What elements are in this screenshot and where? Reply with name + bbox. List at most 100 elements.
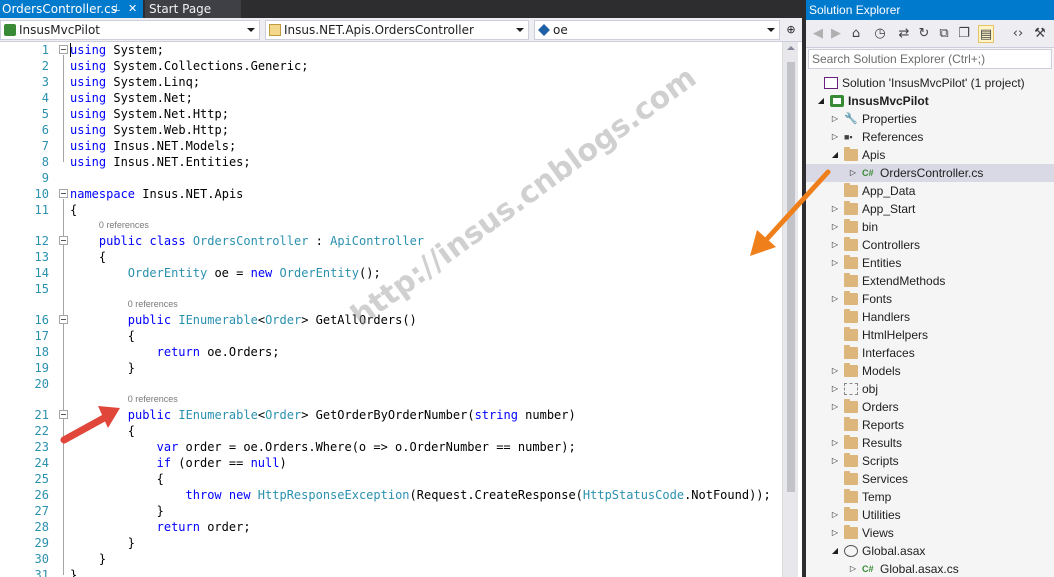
code-line[interactable]: 8 using Insus.NET.Entities; — [0, 154, 782, 170]
collapsed-chevron-icon[interactable]: ▷ — [830, 398, 840, 416]
close-icon[interactable]: ✕ — [128, 0, 137, 18]
tree-item[interactable]: ▷ C# Global.asax.cs — [806, 560, 1054, 577]
code-line[interactable]: 3 using System.Linq; — [0, 74, 782, 90]
collapsed-chevron-icon[interactable]: ▷ — [830, 128, 840, 146]
tree-item[interactable]: Interfaces — [806, 344, 1054, 362]
code-line[interactable]: 27} — [0, 503, 782, 519]
code-line[interactable]: 30} — [0, 551, 782, 567]
collapsed-chevron-icon[interactable]: ▷ — [830, 110, 840, 128]
tree-item[interactable]: ▷ Fonts — [806, 290, 1054, 308]
code-area[interactable]: 1 using System; 2 using System.Collections.… — [0, 42, 782, 577]
code-line[interactable]: 9 — [0, 170, 782, 186]
properties-icon[interactable]: ‹› — [1010, 25, 1026, 43]
codelens-references[interactable]: 0 references — [0, 393, 782, 405]
tree-item[interactable]: ▷ bin — [806, 218, 1054, 236]
codelens-label[interactable]: 0 references — [128, 298, 178, 310]
code-line[interactable]: 15 — [0, 281, 782, 297]
scroll-up-icon[interactable] — [787, 46, 795, 50]
tree-item[interactable]: ▷ Orders — [806, 398, 1054, 416]
collapsed-chevron-icon[interactable]: ▷ — [848, 164, 858, 182]
tree-item[interactable]: ▷ Models — [806, 362, 1054, 380]
tree-item[interactable]: ◢ Global.asax — [806, 542, 1054, 560]
code-line[interactable]: 29} — [0, 535, 782, 551]
tree-item[interactable]: Handlers — [806, 308, 1054, 326]
expanded-chevron-icon[interactable]: ◢ — [830, 146, 840, 164]
solution-tree[interactable]: Solution 'InsusMvcPilot' (1 project) ◢ Ins… — [806, 72, 1054, 577]
collapsed-chevron-icon[interactable]: ▷ — [830, 218, 840, 236]
codelens-references[interactable]: 0 references — [0, 219, 782, 231]
wrench-icon[interactable]: ⚒ — [1032, 25, 1048, 43]
code-line[interactable]: 23 var order = oe.Orders.Where(o => o.Ord… — [0, 439, 782, 455]
code-line[interactable]: 6 using System.Web.Http; — [0, 122, 782, 138]
forward-icon[interactable]: ▶ — [828, 25, 844, 43]
collapsed-chevron-icon[interactable]: ▷ — [830, 452, 840, 470]
collapsed-chevron-icon[interactable]: ▷ — [830, 380, 840, 398]
code-line[interactable]: 25 { — [0, 471, 782, 487]
tree-item[interactable]: ▷ Entities — [806, 254, 1054, 272]
collapsed-chevron-icon[interactable]: ▷ — [830, 506, 840, 524]
code-line[interactable]: 16 public IEnumerable<Order> GetAllOrders… — [0, 312, 782, 328]
code-line[interactable]: 21 public IEnumerable<Order> GetOrderByOr… — [0, 407, 782, 423]
tree-item[interactable]: ▷ Utilities — [806, 506, 1054, 524]
codelens-label[interactable]: 0 references — [99, 219, 149, 231]
split-window-icon[interactable]: ⊕ — [784, 22, 798, 38]
code-line[interactable]: 4 using System.Net; — [0, 90, 782, 106]
tree-item[interactable]: ▷ C# OrdersController.cs — [806, 164, 1054, 182]
tree-item[interactable]: ◢ InsusMvcPilot — [806, 92, 1054, 110]
sync-icon[interactable]: ⇄ — [896, 25, 912, 43]
class-dropdown[interactable]: Insus.NET.Apis.OrdersController — [265, 20, 529, 40]
code-line[interactable]: 18 return oe.Orders; — [0, 344, 782, 360]
collapsed-chevron-icon[interactable]: ▷ — [830, 434, 840, 452]
tree-item[interactable]: ▷ obj — [806, 380, 1054, 398]
tree-item[interactable]: ExtendMethods — [806, 272, 1054, 290]
code-line[interactable]: 5 using System.Net.Http; — [0, 106, 782, 122]
collapsed-chevron-icon[interactable]: ▷ — [848, 560, 858, 577]
expanded-chevron-icon[interactable]: ◢ — [816, 92, 826, 110]
code-line[interactable]: 12 public class OrdersController : ApiCon… — [0, 233, 782, 249]
code-line[interactable]: 10 namespace Insus.NET.Apis — [0, 186, 782, 202]
code-line[interactable]: 2 using System.Collections.Generic; — [0, 58, 782, 74]
collapsed-chevron-icon[interactable]: ▷ — [830, 200, 840, 218]
collapse-icon[interactable] — [59, 236, 68, 245]
collapse-icon[interactable] — [59, 315, 68, 324]
tree-item[interactable]: ▷ Views — [806, 524, 1054, 542]
tab-orders-controller[interactable]: OrdersController.cs ⊥ ✕ — [0, 0, 143, 18]
tree-item[interactable]: ▷ Controllers — [806, 236, 1054, 254]
view-code-icon[interactable]: ▤ — [978, 25, 994, 43]
code-line[interactable]: 13 { — [0, 249, 782, 265]
home-icon[interactable]: ⌂ — [848, 25, 864, 43]
collapsed-chevron-icon[interactable]: ▷ — [830, 254, 840, 272]
tree-item[interactable]: ▷ App_Start — [806, 200, 1054, 218]
code-line[interactable]: 14 OrderEntity oe = new OrderEntity(); — [0, 265, 782, 281]
collapse-icon[interactable] — [59, 189, 68, 198]
solution-explorer-search[interactable]: Search Solution Explorer (Ctrl+;) — [808, 49, 1052, 69]
collapsed-chevron-icon[interactable]: ▷ — [830, 362, 840, 380]
tree-item[interactable]: ◢ Apis — [806, 146, 1054, 164]
code-line[interactable]: 31} — [0, 567, 782, 577]
collapsed-chevron-icon[interactable]: ▷ — [830, 236, 840, 254]
code-line[interactable]: 1 using System; — [0, 42, 782, 58]
code-editor[interactable]: OrdersController.cs ⊥ ✕ Start Page Insus… — [0, 0, 802, 577]
code-line[interactable]: 20 — [0, 376, 782, 392]
tree-item[interactable]: ▷ Results — [806, 434, 1054, 452]
tree-item[interactable]: App_Data — [806, 182, 1054, 200]
code-line[interactable]: 24 if (order == null) — [0, 455, 782, 471]
collapse-icon[interactable] — [59, 45, 68, 54]
code-line[interactable]: 19} — [0, 360, 782, 376]
tree-item[interactable]: Solution 'InsusMvcPilot' (1 project) — [806, 74, 1054, 92]
refresh-icon[interactable]: ↻ — [916, 25, 932, 43]
tree-item[interactable]: ▷ Scripts — [806, 452, 1054, 470]
scrollbar-thumb[interactable] — [787, 62, 795, 492]
tree-item[interactable]: Services — [806, 470, 1054, 488]
code-line[interactable]: 11 { — [0, 202, 782, 218]
tree-item[interactable]: HtmlHelpers — [806, 326, 1054, 344]
vertical-scrollbar[interactable] — [782, 42, 798, 577]
back-icon[interactable]: ◀ — [810, 25, 826, 43]
expanded-chevron-icon[interactable]: ◢ — [830, 542, 840, 560]
code-line[interactable]: 22 { — [0, 423, 782, 439]
collapsed-chevron-icon[interactable]: ▷ — [830, 524, 840, 542]
codelens-references[interactable]: 0 references — [0, 298, 782, 310]
tree-item[interactable]: Temp — [806, 488, 1054, 506]
code-line[interactable]: 17 { — [0, 328, 782, 344]
pin-icon[interactable]: ⊥ — [112, 0, 121, 18]
